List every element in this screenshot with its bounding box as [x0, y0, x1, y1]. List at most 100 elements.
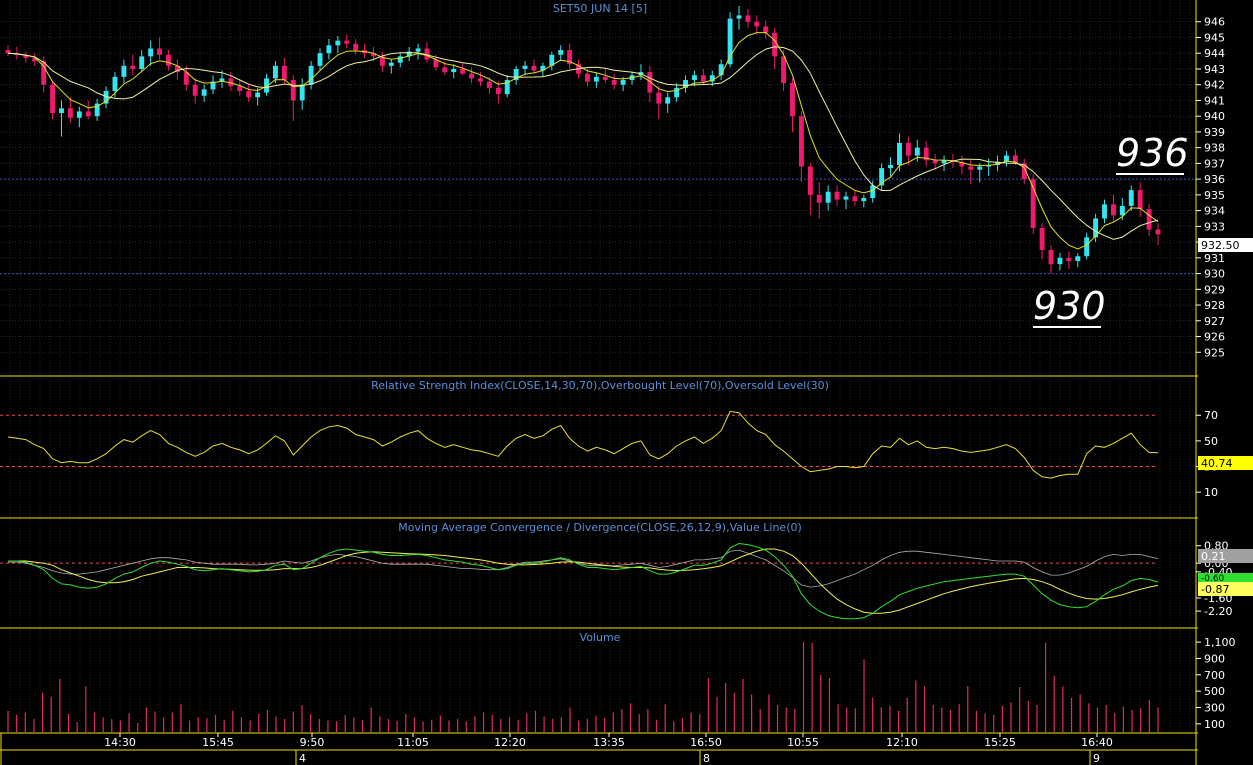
candle-body — [656, 92, 662, 104]
candle-body — [745, 15, 751, 22]
candle-body — [897, 142, 902, 165]
candle-body — [59, 108, 64, 114]
macd-title: Moving Average Convergence / Divergence(… — [398, 521, 802, 534]
volume-title: Volume — [580, 631, 621, 644]
candle-body — [798, 116, 804, 167]
price-axis-tick-label: 946 — [1204, 16, 1225, 29]
volume-axis-tick-label: 300 — [1204, 701, 1225, 714]
candle-body — [1137, 190, 1143, 210]
price-axis: 9259269279289299309319329339349359369379… — [1196, 16, 1225, 359]
candle-body — [852, 196, 858, 202]
trading-chart: SET50 JUN 14 [5] 92592692792892993093193… — [0, 0, 1253, 765]
macd-signal-line — [8, 548, 1159, 614]
candle-body — [781, 56, 787, 84]
candle-body — [1057, 257, 1063, 265]
candle-body — [335, 40, 341, 46]
time-axis: 14:30 15:45 9:50 11:05 12:20 13:35 16:50 10:55 1… — [104, 733, 1113, 765]
day-label: 4 — [299, 752, 306, 765]
time-tick-label: 15:25 — [984, 736, 1016, 749]
time-tick-label: 14:30 — [104, 736, 136, 749]
price-axis-tick-label: 935 — [1204, 189, 1225, 202]
candle-body — [870, 185, 876, 199]
candle-body — [834, 191, 840, 200]
candle-body — [442, 67, 448, 73]
candle-body — [602, 76, 608, 80]
candle-body — [1084, 237, 1090, 257]
candle-body — [166, 54, 171, 66]
candle-body — [317, 53, 323, 66]
candle-body — [130, 65, 136, 69]
candle-body — [531, 65, 537, 71]
candle-body — [299, 84, 305, 101]
candle-body — [1155, 229, 1161, 235]
price-chart-title: SET50 JUN 14 [5] — [553, 2, 647, 15]
day-label: 8 — [703, 752, 710, 765]
time-tick-label: 16:40 — [1081, 736, 1113, 749]
candle-body — [558, 50, 564, 55]
price-axis-tick-label: 926 — [1204, 331, 1225, 344]
candle-body — [816, 194, 822, 203]
candle-body — [290, 79, 296, 101]
candle-body — [85, 111, 91, 117]
level-930-annotation: 930 — [1033, 284, 1106, 328]
price-moving-averages — [7, 32, 1159, 250]
candle-body — [1110, 204, 1116, 216]
candle-body — [1146, 209, 1152, 230]
candle-body — [736, 15, 742, 19]
time-tick-label: 13:35 — [593, 736, 625, 749]
candle-body — [1102, 204, 1107, 219]
time-tick-label: 15:45 — [202, 736, 234, 749]
candle-body — [1119, 205, 1125, 216]
macd-histogram-line — [8, 549, 1159, 588]
candle-body — [112, 76, 118, 91]
price-axis-tick-label: 933 — [1204, 220, 1225, 233]
volume-bars — [7, 642, 1159, 732]
macd-signal-last-label: -0.87 — [1201, 583, 1229, 596]
candle-body — [1128, 190, 1134, 206]
candle-body — [905, 142, 911, 156]
rsi-title: Relative Strength Index(CLOSE,14,30,70),… — [371, 379, 829, 392]
candle-body — [977, 166, 983, 170]
candle-body — [1075, 256, 1081, 261]
last-price-label: 932.50 — [1201, 239, 1240, 252]
candle-body — [585, 73, 590, 82]
ma-fast-line — [7, 32, 1159, 250]
candle-body — [611, 79, 617, 85]
macd-axis-tick-label: -2.20 — [1204, 605, 1232, 618]
candle-body — [495, 87, 501, 95]
candle-body — [121, 65, 127, 77]
price-axis-tick-label: 929 — [1204, 283, 1225, 296]
candle-body — [914, 147, 920, 156]
candle-body — [469, 73, 475, 79]
candle-body — [388, 62, 394, 66]
chart-window: SET50 JUN 14 [5] 925 926 927 928 929 930 931 93… — [0, 0, 1253, 765]
price-axis-tick-label: 941 — [1204, 94, 1225, 107]
volume-axis-tick-label: 700 — [1204, 669, 1225, 682]
candle-body — [861, 198, 867, 202]
time-tick-label: 9:50 — [300, 736, 325, 749]
candle-body — [825, 191, 831, 203]
candle-body — [308, 65, 314, 85]
price-axis-tick-label: 944 — [1204, 47, 1225, 60]
volume-axis-tick-label: 1,100 — [1204, 636, 1236, 649]
candle-body — [148, 48, 154, 57]
candle-body — [691, 75, 697, 80]
candle-body — [888, 164, 894, 169]
rsi-axis-tick-label: 50 — [1204, 435, 1218, 448]
candle-body — [344, 40, 350, 44]
price-axis-tick-label: 943 — [1204, 63, 1225, 76]
volume-axis: 100 300 500 700 900 1,100 — [1196, 636, 1236, 731]
price-axis-tick-label: 939 — [1204, 126, 1225, 139]
candle-body — [593, 76, 599, 82]
rsi-axis-tick-label: 70 — [1204, 409, 1218, 422]
rsi-line — [7, 410, 1159, 479]
candle-body — [486, 81, 492, 88]
candle-body — [201, 89, 207, 96]
volume-axis-tick-label: 500 — [1204, 685, 1225, 698]
grid-lines — [0, 0, 1196, 733]
price-axis-tick-label: 928 — [1204, 299, 1225, 312]
price-axis-tick-label: 931 — [1204, 252, 1225, 265]
volume-axis-tick-label: 100 — [1204, 718, 1225, 731]
day-label: 9 — [1093, 752, 1100, 765]
price-axis-tick-label: 938 — [1204, 142, 1225, 155]
